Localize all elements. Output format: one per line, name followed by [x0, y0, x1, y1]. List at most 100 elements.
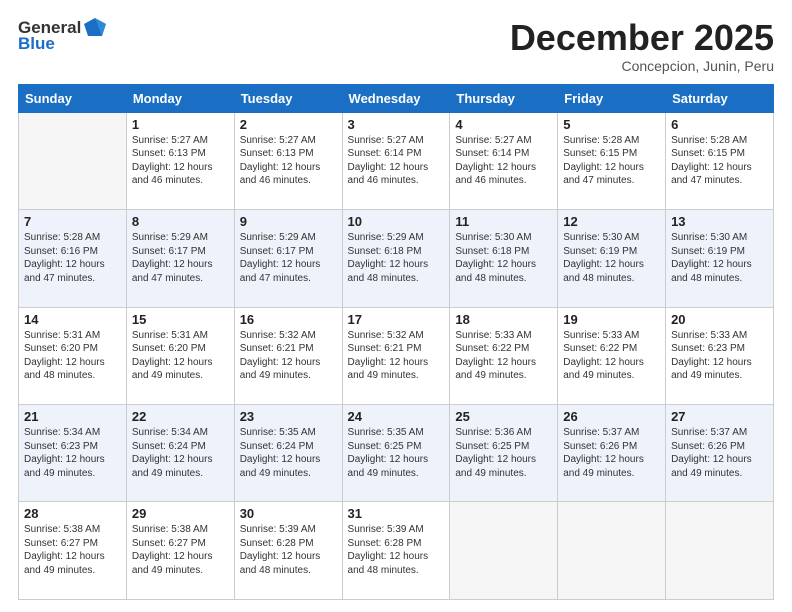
day-info: Sunrise: 5:32 AM Sunset: 6:21 PM Dayligh… [240, 329, 337, 383]
table-row: 25Sunrise: 5:36 AM Sunset: 6:25 PM Dayli… [450, 405, 558, 502]
table-row: 11Sunrise: 5:30 AM Sunset: 6:18 PM Dayli… [450, 210, 558, 307]
table-row [666, 502, 774, 600]
day-number: 4 [455, 117, 552, 132]
table-row: 4 Sunrise: 5:27 AM Sunset: 6:14 PM Daylig… [450, 112, 558, 209]
col-saturday: Saturday [666, 84, 774, 112]
table-row: 30 Sunrise: 5:39 AM Sunset: 6:28 PM Dayli… [234, 502, 342, 600]
day-number: 26 [563, 409, 660, 424]
table-row: 13 Sunrise: 5:30 AM Sunset: 6:19 PM Dayli… [666, 210, 774, 307]
day-info: Sunrise: 5:30 AM Sunset: 6:19 PM Dayligh… [671, 231, 768, 285]
calendar-header-row: Sunday Monday Tuesday Wednesday Thursday… [19, 84, 774, 112]
table-row: 12Sunrise: 5:30 AM Sunset: 6:19 PM Dayli… [558, 210, 666, 307]
logo-area: General Blue [18, 18, 109, 54]
day-info: Sunrise: 5:31 AM Sunset: 6:20 PM Dayligh… [24, 329, 121, 383]
col-thursday: Thursday [450, 84, 558, 112]
day-number: 21 [24, 409, 121, 424]
table-row: 26Sunrise: 5:37 AM Sunset: 6:26 PM Dayli… [558, 405, 666, 502]
table-row: 23Sunrise: 5:35 AM Sunset: 6:24 PM Dayli… [234, 405, 342, 502]
day-info: Sunrise: 5:39 AM Sunset: 6:28 PM Dayligh… [240, 523, 337, 577]
day-number: 29 [132, 506, 229, 521]
day-info: Sunrise: 5:37 AM Sunset: 6:26 PM Dayligh… [671, 426, 768, 480]
table-row: 22 Sunrise: 5:34 AM Sunset: 6:24 PM Dayli… [126, 405, 234, 502]
day-number: 10 [348, 214, 445, 229]
table-row: 9Sunrise: 5:29 AM Sunset: 6:17 PM Daylig… [234, 210, 342, 307]
table-row: 24 Sunrise: 5:35 AM Sunset: 6:25 PM Dayli… [342, 405, 450, 502]
table-row: 2 Sunrise: 5:27 AM Sunset: 6:13 PM Daylig… [234, 112, 342, 209]
table-row: 15 Sunrise: 5:31 AM Sunset: 6:20 PM Dayli… [126, 307, 234, 404]
day-info: Sunrise: 5:34 AM Sunset: 6:24 PM Dayligh… [132, 426, 229, 480]
table-row: 8Sunrise: 5:29 AM Sunset: 6:17 PM Daylig… [126, 210, 234, 307]
table-row: 29 Sunrise: 5:38 AM Sunset: 6:27 PM Dayli… [126, 502, 234, 600]
table-row: 18 Sunrise: 5:33 AM Sunset: 6:22 PM Dayli… [450, 307, 558, 404]
day-number: 24 [348, 409, 445, 424]
col-wednesday: Wednesday [342, 84, 450, 112]
col-friday: Friday [558, 84, 666, 112]
day-number: 18 [455, 312, 552, 327]
calendar-week-row: 14 Sunrise: 5:31 AM Sunset: 6:20 PM Dayli… [19, 307, 774, 404]
day-number: 17 [348, 312, 445, 327]
table-row [19, 112, 127, 209]
day-number: 16 [240, 312, 337, 327]
day-info: Sunrise: 5:39 AM Sunset: 6:28 PM Dayligh… [348, 523, 445, 577]
day-info: Sunrise: 5:27 AM Sunset: 6:14 PM Dayligh… [348, 134, 445, 188]
day-info: Sunrise: 5:27 AM Sunset: 6:13 PM Dayligh… [132, 134, 229, 188]
day-info: Sunrise: 5:28 AM Sunset: 6:16 PM Dayligh… [24, 231, 121, 285]
day-info: Sunrise: 5:31 AM Sunset: 6:20 PM Dayligh… [132, 329, 229, 383]
day-info: Sunrise: 5:34 AM Sunset: 6:23 PM Dayligh… [24, 426, 121, 480]
day-info: Sunrise: 5:33 AM Sunset: 6:23 PM Dayligh… [671, 329, 768, 383]
day-number: 22 [132, 409, 229, 424]
table-row: 3 Sunrise: 5:27 AM Sunset: 6:14 PM Daylig… [342, 112, 450, 209]
day-number: 20 [671, 312, 768, 327]
table-row [558, 502, 666, 600]
day-info: Sunrise: 5:27 AM Sunset: 6:14 PM Dayligh… [455, 134, 552, 188]
table-row: 19 Sunrise: 5:33 AM Sunset: 6:22 PM Dayli… [558, 307, 666, 404]
page: General Blue December 2025 Concepcion, J… [0, 0, 792, 612]
day-number: 23 [240, 409, 337, 424]
table-row: 7 Sunrise: 5:28 AM Sunset: 6:16 PM Daylig… [19, 210, 127, 307]
calendar-table: Sunday Monday Tuesday Wednesday Thursday… [18, 84, 774, 600]
day-number: 14 [24, 312, 121, 327]
day-info: Sunrise: 5:33 AM Sunset: 6:22 PM Dayligh… [563, 329, 660, 383]
table-row: 27 Sunrise: 5:37 AM Sunset: 6:26 PM Dayli… [666, 405, 774, 502]
location-subtitle: Concepcion, Junin, Peru [510, 58, 774, 74]
calendar-week-row: 21 Sunrise: 5:34 AM Sunset: 6:23 PM Dayli… [19, 405, 774, 502]
day-number: 13 [671, 214, 768, 229]
day-number: 11 [455, 214, 552, 229]
logo-icon [84, 18, 106, 38]
col-sunday: Sunday [19, 84, 127, 112]
table-row: 28 Sunrise: 5:38 AM Sunset: 6:27 PM Dayli… [19, 502, 127, 600]
day-number: 1 [132, 117, 229, 132]
calendar-week-row: 1 Sunrise: 5:27 AM Sunset: 6:13 PM Daylig… [19, 112, 774, 209]
table-row: 20 Sunrise: 5:33 AM Sunset: 6:23 PM Dayli… [666, 307, 774, 404]
table-row: 6Sunrise: 5:28 AM Sunset: 6:15 PM Daylig… [666, 112, 774, 209]
day-number: 27 [671, 409, 768, 424]
day-info: Sunrise: 5:33 AM Sunset: 6:22 PM Dayligh… [455, 329, 552, 383]
table-row: 1 Sunrise: 5:27 AM Sunset: 6:13 PM Daylig… [126, 112, 234, 209]
day-info: Sunrise: 5:38 AM Sunset: 6:27 PM Dayligh… [132, 523, 229, 577]
col-monday: Monday [126, 84, 234, 112]
header: General Blue December 2025 Concepcion, J… [18, 18, 774, 74]
day-number: 15 [132, 312, 229, 327]
table-row: 14 Sunrise: 5:31 AM Sunset: 6:20 PM Dayli… [19, 307, 127, 404]
calendar-week-row: 28 Sunrise: 5:38 AM Sunset: 6:27 PM Dayli… [19, 502, 774, 600]
table-row: 16 Sunrise: 5:32 AM Sunset: 6:21 PM Dayli… [234, 307, 342, 404]
day-info: Sunrise: 5:38 AM Sunset: 6:27 PM Dayligh… [24, 523, 121, 577]
table-row: 17Sunrise: 5:32 AM Sunset: 6:21 PM Dayli… [342, 307, 450, 404]
logo-blue: Blue [18, 34, 55, 54]
day-info: Sunrise: 5:30 AM Sunset: 6:19 PM Dayligh… [563, 231, 660, 285]
day-number: 30 [240, 506, 337, 521]
day-info: Sunrise: 5:35 AM Sunset: 6:25 PM Dayligh… [348, 426, 445, 480]
day-number: 19 [563, 312, 660, 327]
day-number: 6 [671, 117, 768, 132]
table-row: 31Sunrise: 5:39 AM Sunset: 6:28 PM Dayli… [342, 502, 450, 600]
day-info: Sunrise: 5:27 AM Sunset: 6:13 PM Dayligh… [240, 134, 337, 188]
day-number: 3 [348, 117, 445, 132]
day-number: 5 [563, 117, 660, 132]
day-info: Sunrise: 5:29 AM Sunset: 6:18 PM Dayligh… [348, 231, 445, 285]
calendar-week-row: 7 Sunrise: 5:28 AM Sunset: 6:16 PM Daylig… [19, 210, 774, 307]
day-number: 2 [240, 117, 337, 132]
day-number: 28 [24, 506, 121, 521]
day-info: Sunrise: 5:36 AM Sunset: 6:25 PM Dayligh… [455, 426, 552, 480]
day-number: 7 [24, 214, 121, 229]
table-row: 10 Sunrise: 5:29 AM Sunset: 6:18 PM Dayli… [342, 210, 450, 307]
